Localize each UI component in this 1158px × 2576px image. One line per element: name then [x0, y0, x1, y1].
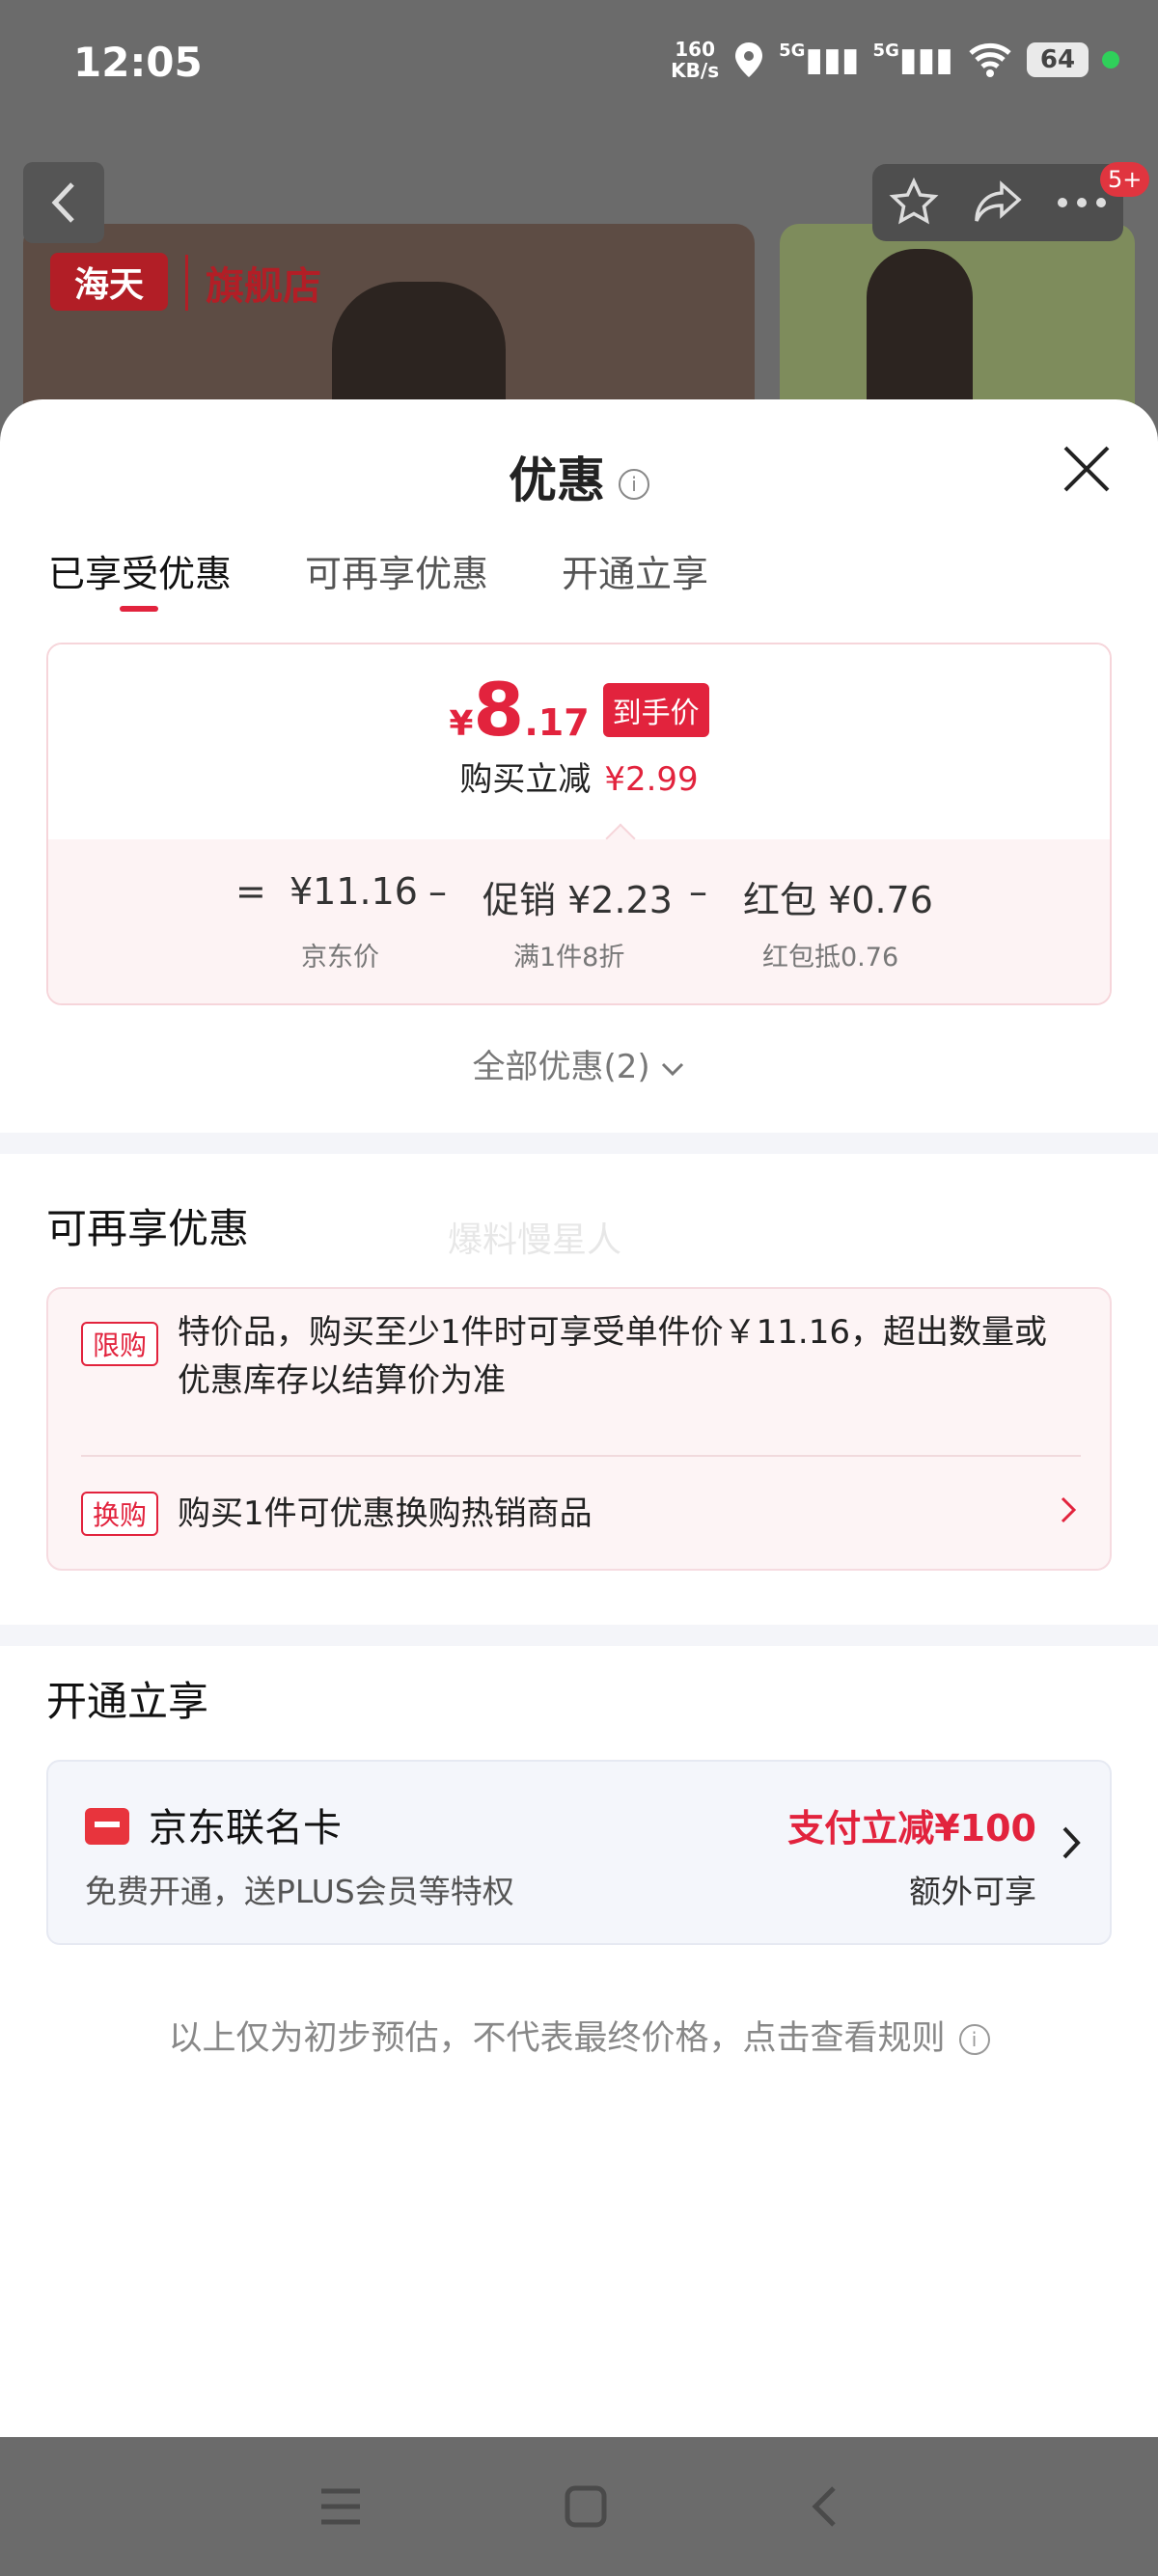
tab-enjoyed[interactable]: 已享受优惠 [48, 544, 232, 612]
promo-discount: 促销 ¥2.23 [482, 870, 673, 923]
promo-sheet: 优惠 i 已享受优惠 可再享优惠 开通立享 ¥ 8 .17 到手价 购买立减 ¥2.… [0, 399, 1158, 2437]
section-divider-1 [0, 1133, 1158, 1154]
promo-name: 促销 [482, 879, 557, 921]
signal-5g-2: 5G▮▮▮ [872, 41, 953, 79]
minus-sign-1: – [428, 870, 447, 913]
menu-icon[interactable] [319, 2487, 362, 2526]
back-button[interactable] [23, 162, 104, 243]
info-icon[interactable]: i [619, 468, 649, 500]
location-icon [735, 42, 763, 77]
reduce-value: ¥2.99 [604, 760, 699, 799]
jd-price-label: 京东价 [301, 943, 379, 973]
home-icon[interactable] [565, 2485, 607, 2528]
limit-text-line2: 优惠库存以结算价为准 [178, 1361, 506, 1400]
battery-indicator: 64 [1027, 42, 1089, 77]
privacy-dot [1102, 51, 1119, 69]
equals-sign: = [235, 870, 266, 913]
wifi-icon [969, 42, 1011, 77]
chevron-right-icon [1061, 1496, 1077, 1523]
limit-text-line1: 特价品，购买至少1件时可享受单件价￥11.16，超出数量或 [178, 1313, 1047, 1352]
sheet-title-text: 优惠 [509, 452, 605, 508]
net-speed-value: 160 [675, 38, 715, 61]
info-icon: i [958, 2024, 990, 2055]
currency-symbol: ¥ [449, 704, 474, 744]
exchange-text: 购买1件可优惠换购热销商品 [178, 1494, 593, 1533]
card-icon [85, 1808, 129, 1845]
redpack-name: 红包 [743, 879, 817, 921]
card-name: 京东联名卡 [149, 1806, 342, 1850]
limit-text: 特价品，购买至少1件时可享受单件价￥11.16，超出数量或 优惠库存以结算价为准 [178, 1308, 1047, 1405]
section-activate-title: 开通立享 [46, 1678, 209, 1725]
co-branded-card-offer[interactable]: 京东联名卡 免费开通，送PLUS会员等特权 支付立减¥100 额外可享 [46, 1760, 1112, 1945]
store-label: 旗舰店 [185, 255, 321, 311]
section-more-offers-title: 可再享优惠 [46, 1205, 250, 1252]
close-icon[interactable] [1060, 442, 1114, 496]
signal-5g-1: 5G▮▮▮ [779, 41, 860, 79]
card-extra: 额外可享 [909, 1873, 1036, 1910]
brand-logo: 海天 [50, 253, 168, 311]
purchase-reduction: 购买立减 ¥2.99 [48, 753, 1110, 800]
price-decimal: .17 [524, 701, 590, 744]
more-offers-box: 限购 特价品，购买至少1件时可享受单件价￥11.16，超出数量或 优惠库存以结算… [46, 1287, 1112, 1571]
net-speed: 160 KB/s [671, 39, 719, 81]
more-icon[interactable] [1057, 197, 1107, 208]
tab-more-offers[interactable]: 可再享优惠 [305, 544, 488, 597]
all-promos-label: 全部优惠(2) [472, 1048, 650, 1086]
status-icons: 160 KB/s 5G▮▮▮ 5G▮▮▮ 64 [671, 39, 1119, 81]
system-nav-bar [0, 2437, 1158, 2576]
limit-tag: 限购 [81, 1322, 158, 1366]
redpack-label: 红包抵0.76 [762, 943, 899, 973]
sheet-title: 优惠 i [0, 442, 1158, 511]
redpack-discount: 红包 ¥0.76 [743, 870, 933, 923]
chevron-right-icon [1062, 1826, 1081, 1859]
reduce-label: 购买立减 [459, 760, 592, 799]
disclaimer-text: 以上仅为初步预估，不代表最终价格，点击查看规则 [168, 2019, 946, 2058]
message-badge: 5+ [1100, 162, 1150, 197]
promo-label: 满1件8折 [513, 943, 625, 973]
final-price: ¥ 8 .17 到手价 [48, 673, 1110, 747]
nav-back-icon[interactable] [810, 2484, 839, 2529]
tab-bar: 已享受优惠 可再享优惠 开通立享 [48, 544, 708, 612]
minus-sign-2: – [689, 870, 707, 913]
final-price-area: ¥ 8 .17 到手价 购买立减 ¥2.99 [48, 644, 1110, 839]
share-icon[interactable] [973, 180, 1023, 225]
price-integer: 8 [473, 667, 525, 753]
tab-activate[interactable]: 开通立享 [562, 544, 708, 597]
final-price-tag: 到手价 [602, 683, 709, 737]
promo-value: ¥2.23 [567, 879, 673, 921]
top-action-buttons [872, 164, 1123, 241]
price-breakdown-card: ¥ 8 .17 到手价 购买立减 ¥2.99 = ¥11.16 京东价 – 促销 … [46, 643, 1112, 1005]
watermark: 爆料慢星人 [448, 1220, 622, 1260]
redpack-value: ¥0.76 [828, 879, 933, 921]
star-icon[interactable] [889, 178, 939, 228]
price-calculation: = ¥11.16 京东价 – 促销 ¥2.23 满1件8折 – 红包 ¥0.76… [48, 839, 1110, 1003]
signal-label-1: 5G [779, 41, 806, 61]
exchange-tag: 换购 [81, 1492, 158, 1536]
card-description: 免费开通，送PLUS会员等特权 [85, 1873, 514, 1910]
disclaimer[interactable]: 以上仅为初步预估，不代表最终价格，点击查看规则 i [0, 2011, 1158, 2060]
net-speed-unit: KB/s [671, 59, 720, 82]
chevron-left-icon [51, 182, 74, 223]
chevron-down-icon [662, 1062, 684, 1077]
offer-separator [81, 1455, 1081, 1457]
all-promos-toggle[interactable]: 全部优惠(2) [0, 1040, 1158, 1087]
jd-price-value: ¥11.16 [290, 870, 418, 913]
status-bar: 12:05 160 KB/s 5G▮▮▮ 5G▮▮▮ 64 [0, 0, 1158, 135]
status-time: 12:05 [73, 39, 203, 86]
signal-label-2: 5G [872, 41, 899, 61]
card-offer: 支付立减¥100 [787, 1807, 1036, 1850]
section-divider-2 [0, 1625, 1158, 1646]
